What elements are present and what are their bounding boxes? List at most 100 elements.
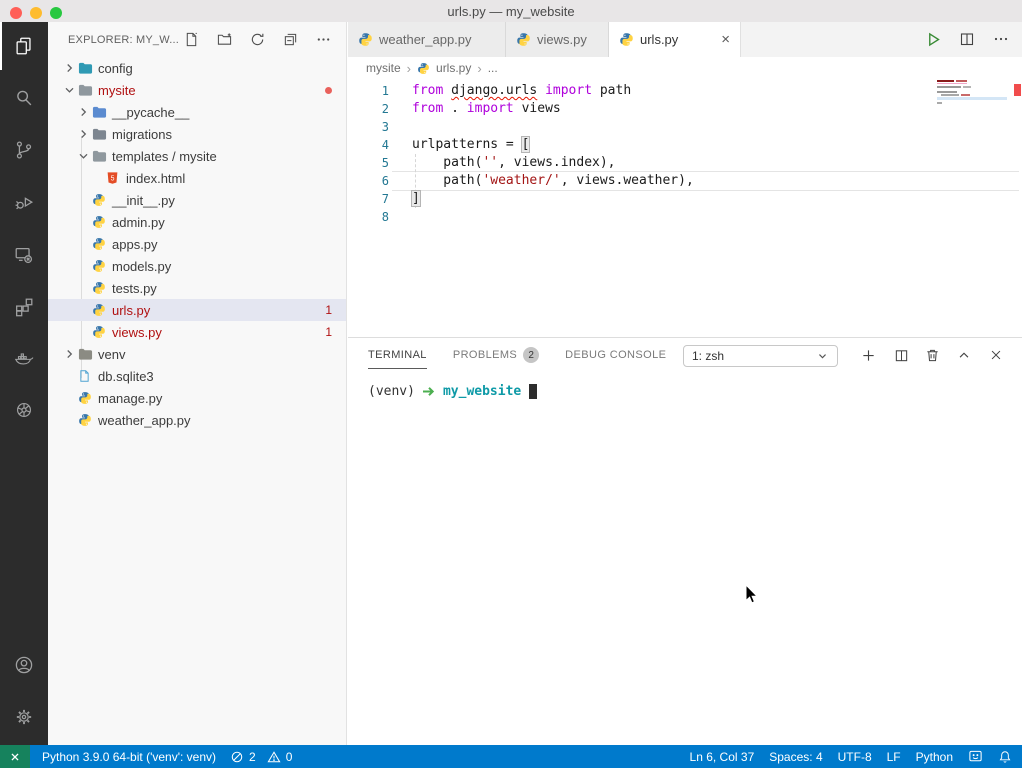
chevron-right-icon	[74, 105, 92, 120]
close-panel-icon[interactable]	[986, 345, 1006, 365]
tree-item-config[interactable]: config	[48, 57, 346, 79]
tab-terminal[interactable]: TERMINAL	[368, 349, 427, 361]
python-interpreter-status[interactable]: Python 3.9.0 64-bit ('venv': venv)	[42, 750, 216, 764]
error-dot-indicator	[325, 87, 332, 94]
accounts-icon[interactable]	[12, 653, 36, 677]
encoding-status[interactable]: UTF-8	[838, 750, 872, 764]
close-window-button[interactable]	[10, 7, 22, 19]
collapse-folders-icon[interactable]	[282, 31, 298, 47]
search-icon[interactable]	[12, 86, 36, 110]
run-debug-icon[interactable]	[12, 190, 36, 214]
tab-views-py[interactable]: views.py	[506, 22, 609, 57]
status-bar: Python 3.9.0 64-bit ('venv': venv) 2 0 L…	[0, 745, 1022, 768]
breadcrumb-item-mysite[interactable]: mysite	[366, 61, 401, 75]
tree-item-init-py[interactable]: __init__.py	[48, 189, 346, 211]
terminal-prompt[interactable]: (venv) my_website	[368, 384, 537, 399]
tree-item-db-sqlite3[interactable]: db.sqlite3	[48, 365, 346, 387]
new-file-icon[interactable]	[183, 31, 199, 47]
code-line-text: path('', views.index),	[389, 154, 616, 172]
split-terminal-icon[interactable]	[891, 345, 911, 365]
folder-icon	[78, 61, 98, 76]
minimap[interactable]	[935, 79, 1010, 107]
tree-item-views-py[interactable]: views.py 1	[48, 321, 346, 343]
error-count: 2	[249, 750, 256, 764]
zoom-window-button[interactable]	[50, 7, 62, 19]
vscode-window: urls.py — my_website	[0, 0, 1022, 768]
tree-item-tests-py[interactable]: tests.py	[48, 277, 346, 299]
kubernetes-icon[interactable]	[12, 398, 36, 422]
run-python-file-icon[interactable]	[924, 30, 942, 48]
minimize-window-button[interactable]	[30, 7, 42, 19]
chevron-right-icon	[60, 61, 78, 76]
title-bar: urls.py — my_website	[0, 0, 1022, 22]
source-control-icon[interactable]	[12, 138, 36, 162]
tree-item-venv[interactable]: venv	[48, 343, 346, 365]
extensions-icon[interactable]	[12, 295, 36, 319]
remote-explorer-icon[interactable]	[12, 243, 36, 267]
refresh-icon[interactable]	[249, 31, 265, 47]
indentation-status[interactable]: Spaces: 4	[769, 750, 822, 764]
explorer-header-title: EXPLORER: MY_W...	[68, 34, 179, 46]
code-editor[interactable]: 1 from django.urls import path 2 from . …	[348, 79, 1022, 337]
python-file-icon	[417, 62, 430, 75]
settings-gear-icon[interactable]	[12, 705, 36, 729]
tab-problems[interactable]: PROBLEMS 2	[453, 347, 539, 363]
tree-item-models-py[interactable]: models.py	[48, 255, 346, 277]
folder-icon	[92, 149, 112, 164]
tab-urls-py[interactable]: urls.py ×	[609, 22, 741, 57]
problems-status[interactable]: 2 0	[230, 750, 292, 764]
tree-item-mysite[interactable]: mysite	[48, 79, 346, 101]
window-title: urls.py — my_website	[447, 4, 574, 19]
breadcrumb-item-symbols[interactable]: ...	[488, 61, 498, 75]
tab-weather-app-py[interactable]: weather_app.py	[348, 22, 506, 57]
folder-icon	[92, 127, 112, 142]
error-icon	[230, 750, 244, 764]
warning-icon	[267, 750, 281, 764]
python-file-icon	[92, 237, 112, 251]
chevron-down-icon	[74, 149, 92, 164]
docker-icon[interactable]	[12, 346, 36, 370]
breadcrumb-separator: ›	[477, 61, 481, 76]
more-actions-icon[interactable]	[315, 31, 331, 47]
explorer-icon[interactable]	[12, 34, 36, 58]
tree-item-migrations[interactable]: migrations	[48, 123, 346, 145]
code-line-text: from django.urls import path	[389, 82, 631, 100]
tree-item-weather-app-py[interactable]: weather_app.py	[48, 409, 346, 431]
split-editor-icon[interactable]	[958, 30, 976, 48]
kill-terminal-trash-icon[interactable]	[922, 345, 942, 365]
line-number: 6	[348, 172, 389, 190]
eol-status[interactable]: LF	[887, 750, 901, 764]
close-tab-icon[interactable]: ×	[721, 31, 730, 48]
activity-bar	[0, 22, 48, 745]
python-file-icon	[78, 413, 98, 427]
tree-item-index-html[interactable]: 5 index.html	[48, 167, 346, 189]
python-file-icon	[92, 259, 112, 273]
shell-selector-dropdown[interactable]: 1: zsh	[683, 345, 838, 367]
tree-item-manage-py[interactable]: manage.py	[48, 387, 346, 409]
line-number: 1	[348, 82, 389, 100]
breadcrumb: mysite › urls.py › ...	[348, 57, 1022, 79]
cursor-position-status[interactable]: Ln 6, Col 37	[690, 750, 755, 764]
line-number: 8	[348, 208, 389, 226]
tree-item-apps-py[interactable]: apps.py	[48, 233, 346, 255]
breadcrumb-item-urls-py[interactable]: urls.py	[436, 61, 471, 75]
tree-item-pycache[interactable]: __pycache__	[48, 101, 346, 123]
new-terminal-icon[interactable]	[858, 345, 878, 365]
line-number: 4	[348, 136, 389, 154]
feedback-smiley-icon[interactable]	[968, 749, 983, 764]
remote-indicator[interactable]	[0, 745, 30, 768]
database-file-icon	[78, 369, 98, 383]
maximize-panel-icon[interactable]	[954, 345, 974, 365]
tree-item-admin-py[interactable]: admin.py	[48, 211, 346, 233]
folder-icon	[92, 105, 112, 120]
new-folder-icon[interactable]	[216, 31, 232, 47]
tab-debug-console[interactable]: DEBUG CONSOLE	[565, 349, 666, 361]
terminal-panel: TERMINAL PROBLEMS 2 DEBUG CONSOLE 1: zsh	[348, 337, 1022, 745]
more-actions-icon[interactable]	[992, 30, 1010, 48]
overview-ruler-error-marker	[1014, 84, 1021, 96]
notifications-bell-icon[interactable]	[998, 750, 1012, 764]
python-file-icon	[92, 303, 112, 317]
language-mode-status[interactable]: Python	[916, 750, 953, 764]
tree-item-urls-py[interactable]: urls.py 1	[48, 299, 346, 321]
tree-item-templates-mysite[interactable]: templates / mysite	[48, 145, 346, 167]
